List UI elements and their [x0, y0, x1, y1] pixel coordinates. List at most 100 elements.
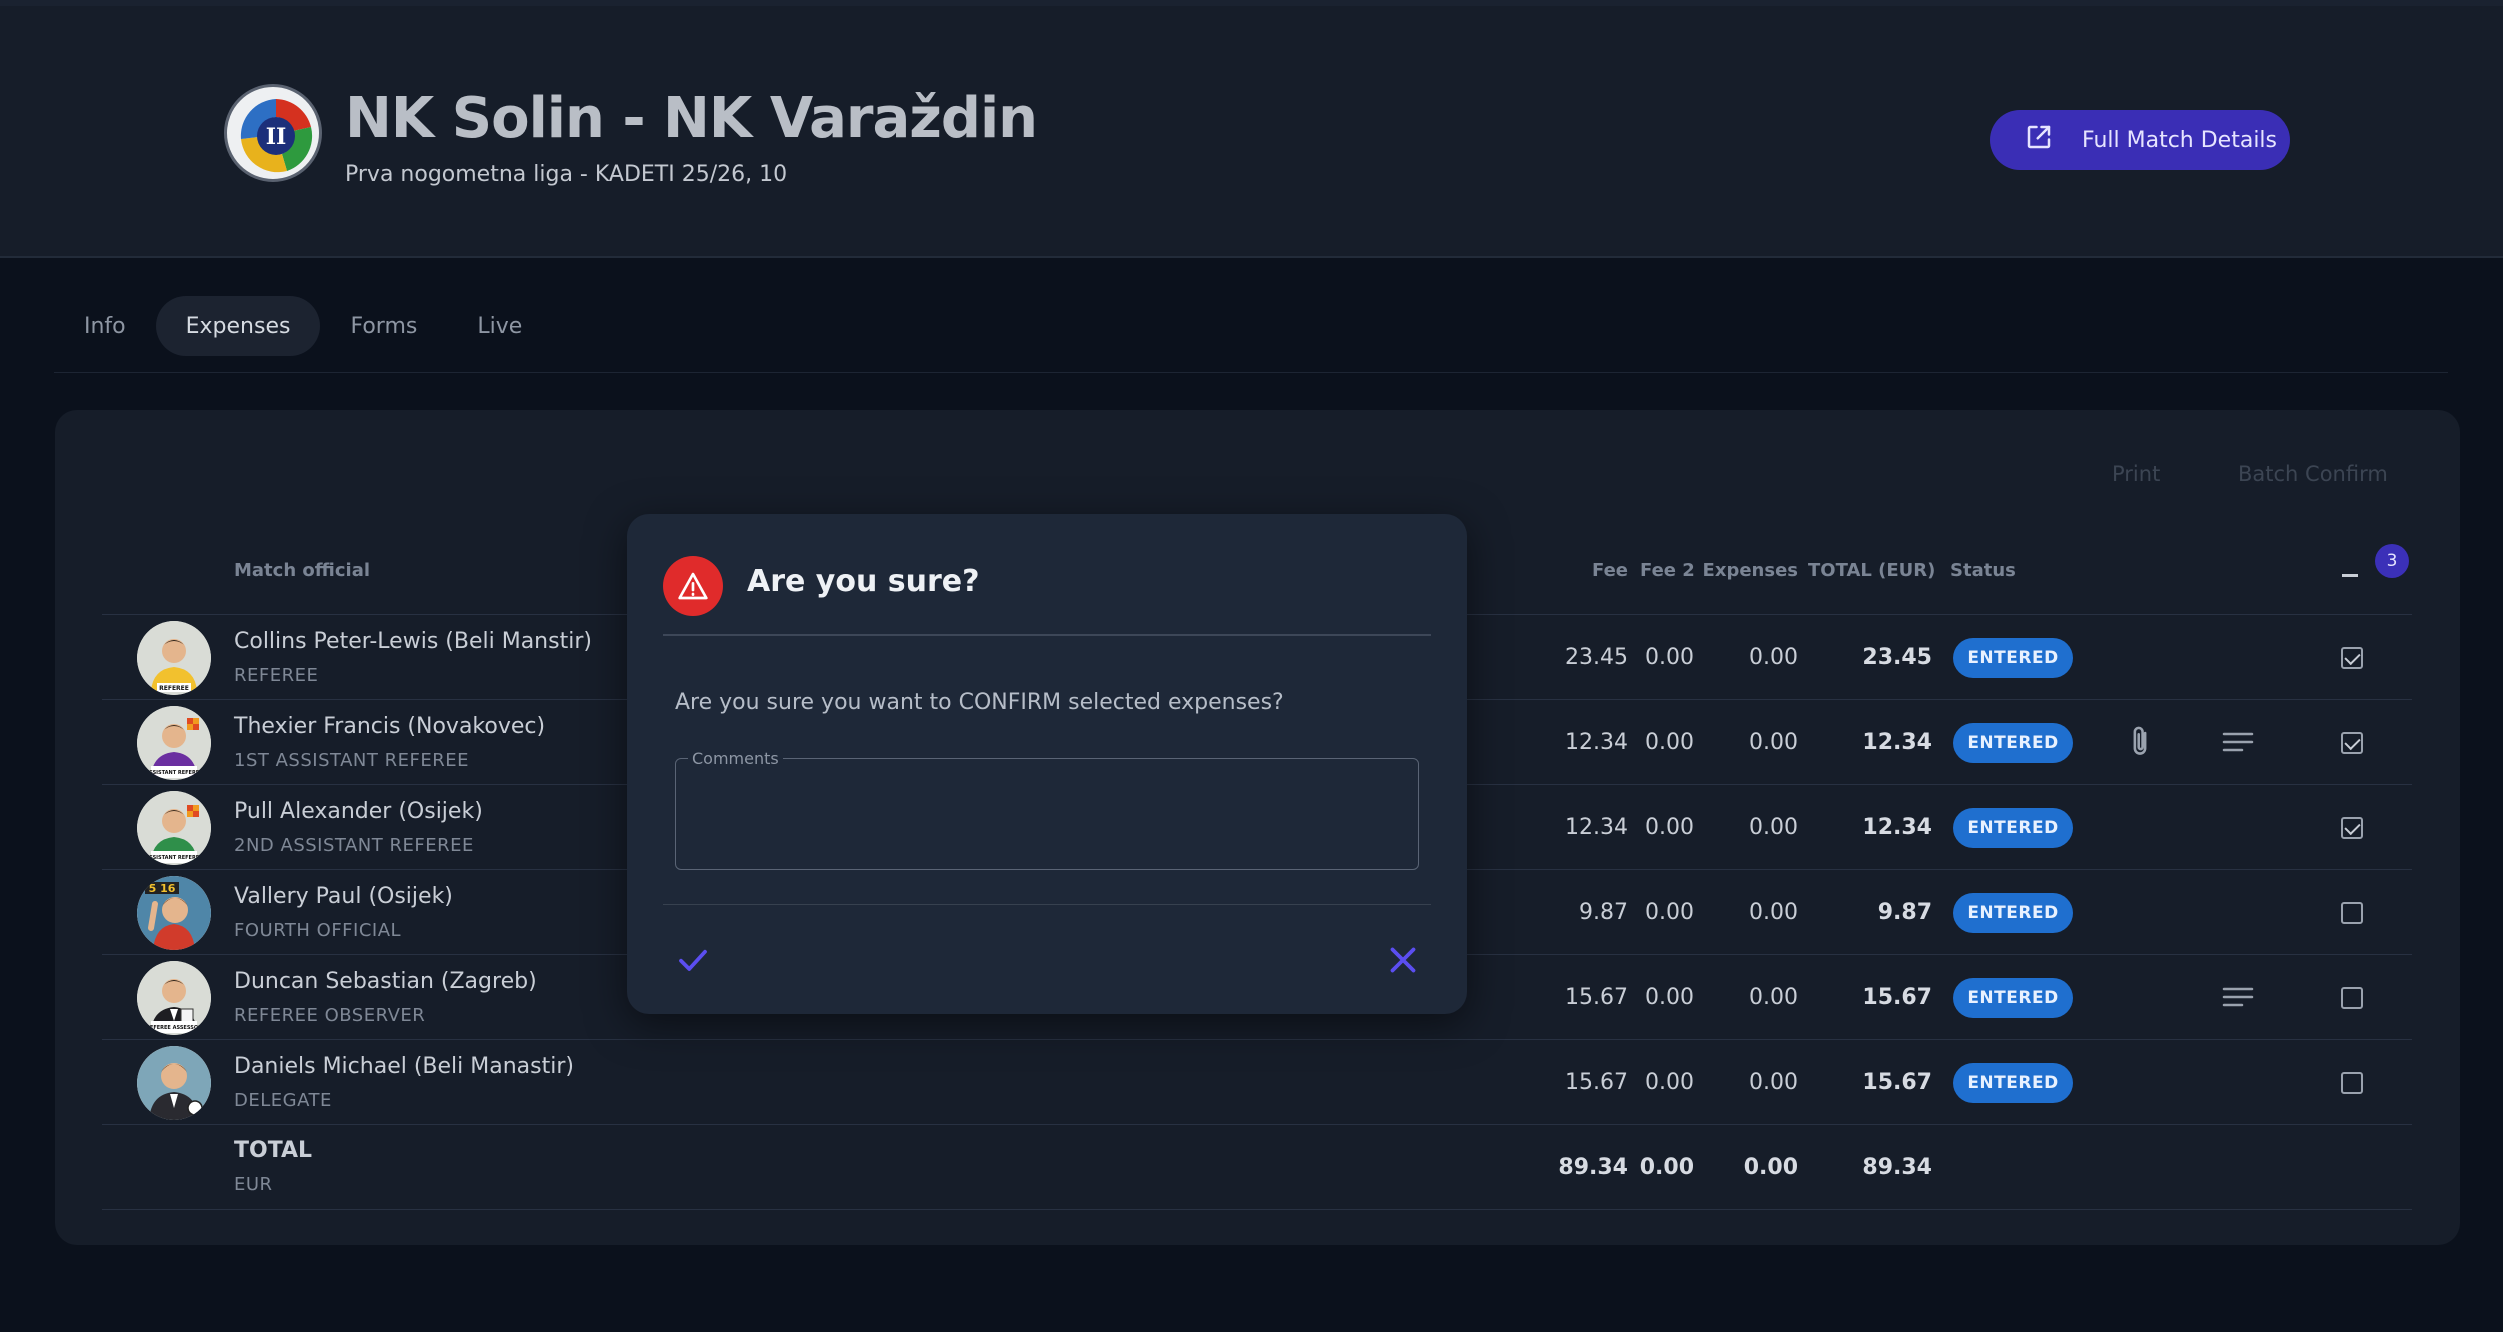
- avatar-label: REFEREE: [159, 685, 189, 692]
- logo-text: II: [266, 124, 287, 150]
- dialog-message: Are you sure you want to CONFIRM selecte…: [675, 690, 1284, 715]
- expenses-cell: 0.00: [1749, 900, 1798, 925]
- official-role: REFEREE OBSERVER: [234, 1005, 426, 1026]
- official-role: 2ND ASSISTANT REFEREE: [234, 835, 474, 856]
- fee-cell: 23.45: [1565, 645, 1628, 670]
- total-cell: 12.34: [1862, 730, 1932, 755]
- status-badge: ENTERED: [1953, 723, 2073, 763]
- tab-info[interactable]: Info: [54, 296, 156, 356]
- total-expenses: 0.00: [1743, 1155, 1798, 1180]
- official-avatar: REFEREE: [137, 621, 211, 695]
- external-link-icon: [2024, 122, 2054, 158]
- fee2-cell: 0.00: [1645, 730, 1694, 755]
- tab-expenses[interactable]: Expenses: [155, 296, 321, 356]
- full-match-details-label: Full Match Details: [2082, 127, 2278, 153]
- fee-cell: 15.67: [1565, 1070, 1628, 1095]
- expenses-cell: 0.00: [1749, 730, 1798, 755]
- totals-label: TOTAL: [234, 1138, 313, 1163]
- official-name: Collins Peter-Lewis (Beli Manstir): [234, 629, 592, 654]
- avatar-label: 5 16: [149, 882, 176, 895]
- dialog-divider: [663, 634, 1431, 636]
- official-name: Daniels Michael (Beli Manastir): [234, 1054, 574, 1079]
- full-match-details-button[interactable]: Full Match Details: [1990, 110, 2290, 170]
- col-header-fee: Fee: [1592, 560, 1628, 581]
- grand-total: 89.34: [1862, 1155, 1932, 1180]
- comments-field[interactable]: Comments: [675, 749, 1419, 870]
- expenses-cell: 0.00: [1749, 985, 1798, 1010]
- fee2-cell: 0.00: [1645, 815, 1694, 840]
- fee2-cell: 0.00: [1645, 645, 1694, 670]
- expenses-cell: 0.00: [1749, 1070, 1798, 1095]
- match-header: II NK Solin - NK Varaždin Prva nogometna…: [0, 6, 2503, 258]
- official-avatar: ASSISTANT REFEREE: [137, 706, 211, 780]
- expenses-cell: 0.00: [1749, 815, 1798, 840]
- row-divider: [102, 1039, 2412, 1040]
- official-avatar: REFEREE ASSESSOR: [137, 961, 211, 1035]
- row-divider: [102, 1209, 2412, 1210]
- col-header-official: Match official: [234, 560, 371, 581]
- confirm-check-button[interactable]: [675, 942, 711, 978]
- row-checkbox[interactable]: [2341, 1072, 2363, 1094]
- tabs-divider: [54, 372, 2448, 373]
- official-role: 1ST ASSISTANT REFEREE: [234, 750, 469, 771]
- total-fee: 89.34: [1558, 1155, 1628, 1180]
- warning-icon: [663, 556, 723, 616]
- confirm-dialog: Are you sure? Are you sure you want to C…: [627, 514, 1467, 1014]
- row-checkbox[interactable]: [2341, 817, 2363, 839]
- col-header-fee2: Fee 2: [1640, 560, 1695, 581]
- fee-cell: 15.67: [1565, 985, 1628, 1010]
- official-avatar: [137, 1046, 211, 1120]
- official-avatar: 5 16: [137, 876, 211, 950]
- tab-forms[interactable]: Forms: [320, 296, 447, 356]
- col-header-total: TOTAL (EUR): [1808, 560, 1936, 581]
- batch-confirm-button[interactable]: Batch Confirm: [2238, 462, 2388, 486]
- notes-icon[interactable]: [2222, 985, 2254, 1013]
- fee-cell: 9.87: [1579, 900, 1628, 925]
- official-name: Pull Alexander (Osijek): [234, 799, 483, 824]
- tab-bar: Info Expenses Forms Live: [54, 296, 552, 356]
- official-role: REFEREE: [234, 665, 319, 686]
- fee-cell: 12.34: [1565, 815, 1628, 840]
- fee-cell: 12.34: [1565, 730, 1628, 755]
- official-role: DELEGATE: [234, 1090, 332, 1111]
- official-role: FOURTH OFFICIAL: [234, 920, 402, 941]
- status-badge: ENTERED: [1953, 978, 2073, 1018]
- cancel-x-button[interactable]: [1385, 942, 1421, 978]
- total-cell: 12.34: [1862, 815, 1932, 840]
- fee2-cell: 0.00: [1645, 900, 1694, 925]
- fee2-cell: 0.00: [1645, 1070, 1694, 1095]
- attachment-icon[interactable]: [2124, 724, 2156, 764]
- status-badge: ENTERED: [1953, 638, 2073, 678]
- totals-currency: EUR: [234, 1174, 273, 1195]
- total-fee2: 0.00: [1639, 1155, 1694, 1180]
- official-name: Thexier Francis (Novakovec): [234, 714, 546, 739]
- official-avatar: ASSISTANT REFEREE: [137, 791, 211, 865]
- selected-count-badge: 3: [2375, 544, 2409, 578]
- collapse-selection-toggle[interactable]: [2342, 574, 2358, 577]
- club-logo: II: [224, 84, 322, 182]
- col-header-status: Status: [1950, 560, 2016, 581]
- total-cell: 15.67: [1862, 985, 1932, 1010]
- status-badge: ENTERED: [1953, 808, 2073, 848]
- official-name: Vallery Paul (Osijek): [234, 884, 453, 909]
- row-checkbox[interactable]: [2341, 902, 2363, 924]
- fee2-cell: 0.00: [1645, 985, 1694, 1010]
- page-subtitle: Prva nogometna liga - KADETI 25/26, 10: [345, 162, 788, 187]
- tab-live[interactable]: Live: [447, 296, 552, 356]
- row-checkbox[interactable]: [2341, 732, 2363, 754]
- print-button[interactable]: Print: [2112, 462, 2160, 486]
- official-name: Duncan Sebastian (Zagreb): [234, 969, 537, 994]
- row-checkbox[interactable]: [2341, 647, 2363, 669]
- col-header-expenses: Expenses: [1702, 560, 1798, 581]
- notes-icon[interactable]: [2222, 730, 2254, 758]
- row-checkbox[interactable]: [2341, 987, 2363, 1009]
- status-badge: ENTERED: [1953, 893, 2073, 933]
- comments-value: [676, 759, 1418, 803]
- expenses-cell: 0.00: [1749, 645, 1798, 670]
- total-cell: 15.67: [1862, 1070, 1932, 1095]
- dialog-title: Are you sure?: [747, 564, 980, 599]
- total-cell: 9.87: [1877, 900, 1932, 925]
- total-cell: 23.45: [1862, 645, 1932, 670]
- page-title: NK Solin - NK Varaždin: [345, 86, 1038, 151]
- comments-label: Comments: [688, 749, 783, 768]
